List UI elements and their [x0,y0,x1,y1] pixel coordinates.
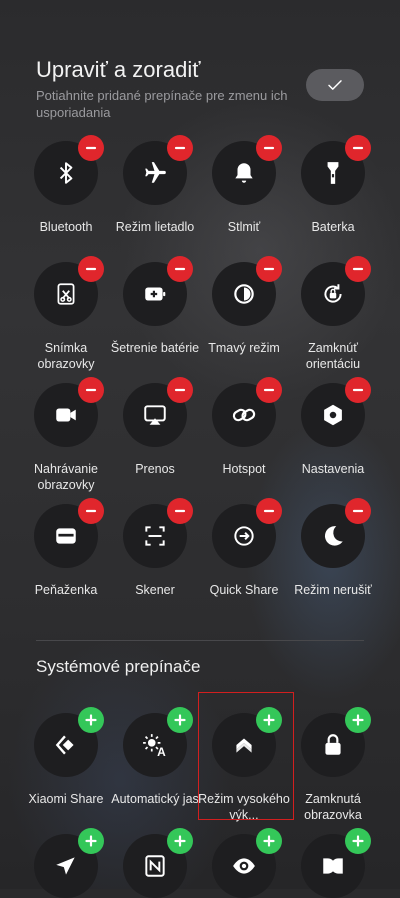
rotation-lock-icon [324,284,342,303]
auto-brightness-icon: A [143,734,166,758]
toggle-label: Šetrenie batérie [110,341,200,355]
lock-icon [325,734,341,755]
plus-icon [174,714,186,726]
scanner-icon [145,526,165,546]
quick-share-icon [234,526,254,546]
battery-saver-icon [145,287,166,301]
check-icon [328,80,342,90]
minus-icon [85,146,97,150]
remove-toggle-button[interactable] [345,498,371,524]
toggle-label: Zamknutá obrazovka [304,792,362,822]
remove-toggle-button[interactable] [167,256,193,282]
toggle-label: Stlmiť [227,220,261,234]
eye-icon [233,858,255,874]
remove-toggle-button[interactable] [345,377,371,403]
bell-icon [235,163,253,183]
minus-icon [352,146,364,150]
page-subtitle: Potiahnite pridané prepínače pre zmenu i… [36,88,288,120]
remove-toggle-button[interactable] [78,377,104,403]
moon-icon [324,526,343,546]
remove-toggle-button[interactable] [256,256,282,282]
airplane-icon [145,162,166,183]
system-section-title: Systémové prepínače [36,657,201,676]
location-icon [56,857,75,875]
remove-toggle-button[interactable] [78,135,104,161]
minus-icon [174,509,186,513]
nfc-icon [145,855,165,877]
minus-icon [85,388,97,392]
remove-toggle-button[interactable] [256,135,282,161]
dolby-icon [323,858,343,874]
minus-icon [263,388,275,392]
flashlight-icon [327,162,339,184]
screen-record-icon [56,408,76,422]
confirm-button[interactable] [306,69,364,101]
svg-text:A: A [157,745,166,758]
toggle-label: Xiaomi Share [28,792,104,806]
remove-toggle-button[interactable] [256,377,282,403]
toggle-label: Peňaženka [34,583,98,597]
remove-toggle-button[interactable] [167,498,193,524]
bluetooth-icon [59,162,73,184]
remove-toggle-button[interactable] [256,498,282,524]
minus-icon [174,388,186,392]
plus-icon [174,835,186,847]
add-toggle-button[interactable] [78,828,104,854]
plus-icon [263,835,275,847]
toggle-label: Skener [135,583,175,597]
add-toggle-button[interactable] [167,828,193,854]
toggle-label: Prenos [135,462,175,476]
selection-highlight [198,692,294,820]
toggle-label: Nahrávanie obrazovky [34,462,98,492]
page-title: Upraviť a zoradiť [36,57,201,82]
remove-toggle-button[interactable] [345,256,371,282]
minus-icon [352,509,364,513]
remove-toggle-button[interactable] [78,256,104,282]
toggle-label: Snímka obrazovky [37,341,95,371]
toggle-label: Režim lietadlo [115,220,195,234]
toggle-label: Režim nerušiť [294,583,372,597]
add-toggle-button[interactable] [78,707,104,733]
add-toggle-button[interactable] [345,707,371,733]
minus-icon [263,267,275,271]
add-toggle-button[interactable] [167,707,193,733]
toggle-label: Zamknúť orientáciu [305,341,361,371]
minus-icon [85,267,97,271]
toggle-label: Tmavý režim [208,341,280,355]
minus-icon [263,509,275,513]
wallet-icon [56,528,76,544]
hotspot-icon [232,408,256,422]
toggle-label: Automatický jas [111,792,199,806]
cast-icon [144,405,166,425]
minus-icon [85,509,97,513]
plus-icon [85,714,97,726]
section-divider [36,640,364,641]
remove-toggle-button[interactable] [78,498,104,524]
screenshot-icon [57,283,75,305]
minus-icon [174,146,186,150]
minus-icon [352,388,364,392]
toggle-label: Hotspot [222,462,266,476]
toggle-label: Nastavenia [301,462,365,476]
add-toggle-button[interactable] [345,828,371,854]
plus-icon [352,835,364,847]
minus-icon [174,267,186,271]
remove-toggle-button[interactable] [167,135,193,161]
toggle-label: Bluetooth [39,220,93,234]
toggle-label: Baterka [311,220,355,234]
add-toggle-button[interactable] [256,828,282,854]
remove-toggle-button[interactable] [345,135,371,161]
minus-icon [263,146,275,150]
dark-mode-icon [234,284,254,304]
plus-icon [352,714,364,726]
settings-icon [324,404,342,426]
minus-icon [352,267,364,271]
plus-icon [85,835,97,847]
xiaomi-share-icon [55,735,74,755]
remove-toggle-button[interactable] [167,377,193,403]
toggle-label: Quick Share [209,583,279,597]
header: Upraviť a zoradiť Potiahnite pridané pre… [36,56,296,121]
